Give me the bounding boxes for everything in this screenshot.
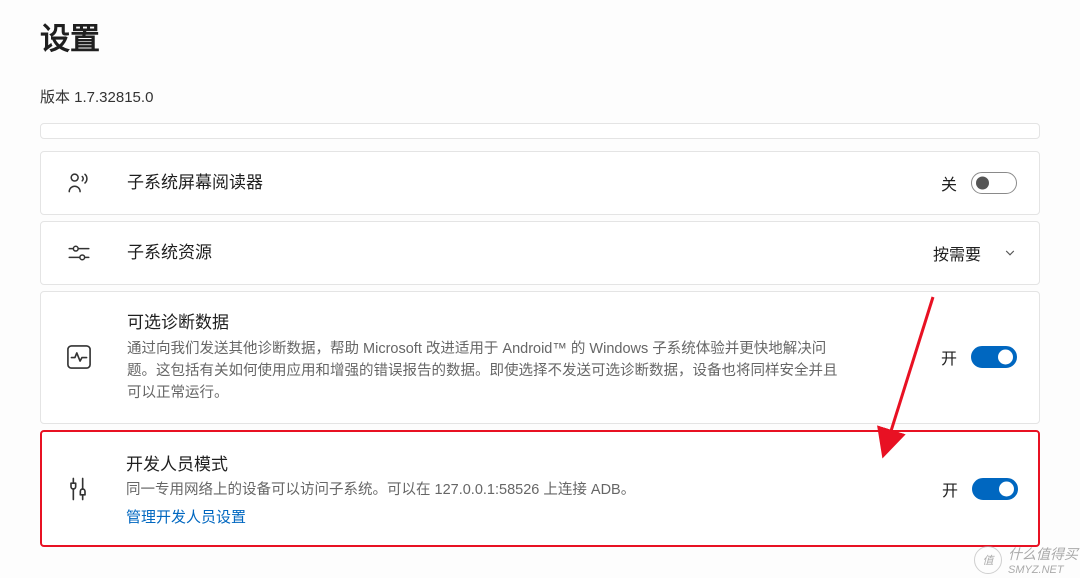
row-title: 子系统屏幕阅读器: [127, 170, 909, 196]
sliders-icon: [63, 240, 95, 266]
card-stub: [40, 123, 1040, 139]
heartbeat-icon: [63, 343, 95, 371]
manage-developer-settings-link[interactable]: 管理开发人员设置: [126, 506, 246, 527]
version-label: 版本 1.7.32815.0: [40, 86, 1040, 107]
page-title: 设置: [40, 14, 1040, 58]
chevron-down-icon: [1003, 246, 1017, 260]
watermark-text: 什么值得买: [1008, 544, 1078, 564]
status-label: 关: [941, 171, 957, 195]
toggle-diagnostic[interactable]: [971, 346, 1017, 368]
toggle-screen-reader[interactable]: [971, 172, 1017, 194]
screen-reader-icon: [63, 170, 95, 196]
row-title: 可选诊断数据: [127, 310, 909, 336]
status-label: 开: [942, 477, 958, 501]
row-developer-mode[interactable]: 开发人员模式 同一专用网络上的设备可以访问子系统。可以在 127.0.0.1:5…: [40, 430, 1040, 547]
status-label: 按需要: [933, 241, 981, 265]
row-subsystem-resources[interactable]: 子系统资源 按需要: [40, 221, 1040, 285]
watermark-logo: 值: [974, 546, 1002, 574]
watermark-url: SMYZ.NET: [1008, 564, 1078, 576]
tools-icon: [62, 475, 94, 503]
row-title: 开发人员模式: [126, 452, 910, 478]
row-diagnostic-data[interactable]: 可选诊断数据 通过向我们发送其他诊断数据，帮助 Microsoft 改进适用于 …: [40, 291, 1040, 424]
toggle-developer-mode[interactable]: [972, 478, 1018, 500]
row-screen-reader[interactable]: 子系统屏幕阅读器 关: [40, 151, 1040, 215]
row-title: 子系统资源: [127, 240, 901, 266]
row-description: 同一专用网络上的设备可以访问子系统。可以在 127.0.0.1:58526 上连…: [126, 479, 846, 501]
row-description: 通过向我们发送其他诊断数据，帮助 Microsoft 改进适用于 Android…: [127, 338, 847, 405]
status-label: 开: [941, 345, 957, 369]
watermark: 值 什么值得买 SMYZ.NET: [974, 544, 1078, 576]
